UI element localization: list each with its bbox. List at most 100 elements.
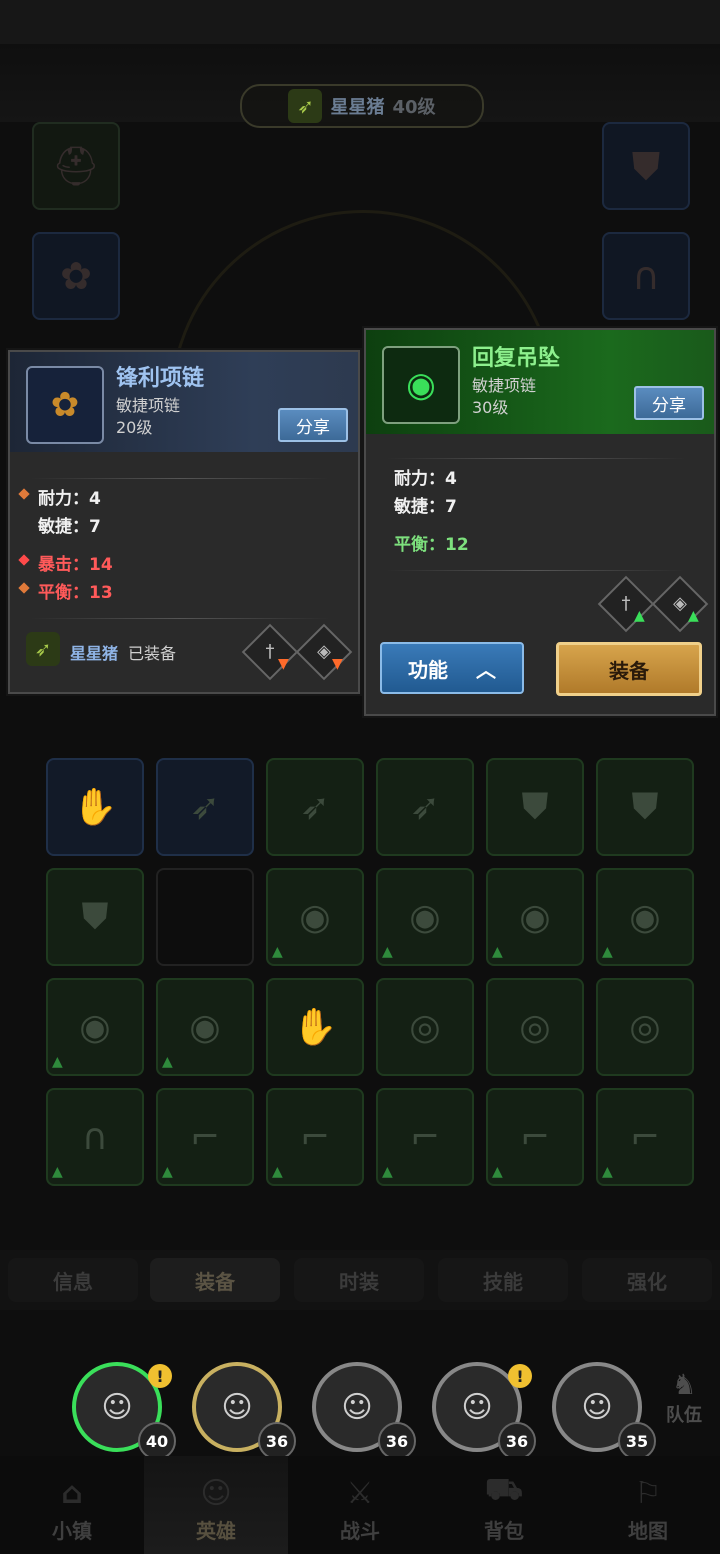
inventory-item-gauntlet[interactable]: ✋ [46, 758, 144, 856]
necklace-slot[interactable]: ✿ [32, 232, 120, 320]
nav-heroes[interactable]: ☺ 英雄 [144, 1456, 288, 1554]
alert-icon: ! [508, 1364, 532, 1388]
selected-item-panel: ◉ 回复吊坠 敏捷项链 30级 分享 耐力：4 敏捷：7 平衡：12 † ▲ ◈… [364, 328, 716, 716]
pendant-icon: ◉ [299, 896, 331, 938]
stat-crit: 暴击：14 [38, 555, 113, 575]
inventory-item-empty[interactable] [156, 868, 254, 966]
upgrade-arrow-icon: ▲ [272, 1164, 283, 1180]
inventory-item-ring[interactable]: ◎ [376, 978, 474, 1076]
equipped-item-level: 20级 [116, 418, 153, 437]
team-button[interactable]: ♞ 队伍 [656, 1368, 712, 1438]
nav-battle[interactable]: ⚔ 战斗 [288, 1456, 432, 1554]
status-bar [0, 0, 720, 44]
nav-map[interactable]: ⚐ 地图 [576, 1456, 720, 1554]
armor-compare-icon: ◈ [651, 575, 709, 633]
boots-icon: ⌐ [519, 1116, 551, 1158]
upgrade-arrow-icon: ▲ [162, 1164, 173, 1180]
pendant-icon: ◉ [519, 896, 551, 938]
inventory-item-armor[interactable]: ⛊ [596, 758, 694, 856]
tab-enhance[interactable]: 强化 [582, 1258, 712, 1302]
share-button[interactable]: 分享 [634, 386, 704, 420]
inventory-item-pendant[interactable]: ◉ ▲ [596, 868, 694, 966]
inventory-item-armor[interactable]: ⛊ [46, 868, 144, 966]
nav-label: 背包 [484, 1519, 524, 1543]
ring-icon: ◎ [409, 1006, 441, 1048]
inventory-item-pendant[interactable]: ◉ ▲ [156, 978, 254, 1076]
inventory-item-ring[interactable]: ◎ [486, 978, 584, 1076]
equipped-item-name: 锋利项链 [116, 366, 205, 391]
hero-level-badge: 40 [138, 1422, 176, 1460]
hero-tab-bar: 信息 装备 时装 技能 强化 [0, 1250, 720, 1310]
pants-icon: ∩ [632, 254, 660, 298]
inventory-item-pendant[interactable]: ◉ ▲ [486, 868, 584, 966]
inventory-item-pants[interactable]: ∩ ▲ [46, 1088, 144, 1186]
nav-label: 小镇 [52, 1519, 92, 1543]
tab-fashion[interactable]: 时装 [294, 1258, 424, 1302]
inventory-item-bow[interactable]: ➶ [376, 758, 474, 856]
hero-level-badge: 35 [618, 1422, 656, 1460]
bow-icon: ➶ [299, 786, 331, 828]
pendant-icon: ◉ [406, 365, 436, 405]
tab-equipment[interactable]: 装备 [150, 1258, 280, 1302]
inventory-item-bow[interactable]: ➶ [156, 758, 254, 856]
nav-label: 战斗 [340, 1519, 380, 1543]
armor-icon: ⛊ [521, 786, 549, 827]
inventory-item-boots[interactable]: ⌐ ▲ [266, 1088, 364, 1186]
inventory-item-boots[interactable]: ⌐ ▲ [486, 1088, 584, 1186]
function-button[interactable]: 功能 ︿ [380, 642, 524, 694]
tab-info[interactable]: 信息 [8, 1258, 138, 1302]
stat-bullet [18, 582, 30, 594]
selected-item-type: 敏捷项链 [472, 376, 537, 395]
house-icon: ⌂ [61, 1476, 83, 1511]
bottom-nav: ⌂ 小镇 ☺ 英雄 ⚔ 战斗 ⛟ 背包 ⚐ 地图 [0, 1456, 720, 1554]
stat-down-arrow-icon: ▼ [278, 656, 289, 672]
team-label: 队伍 [666, 1405, 702, 1426]
inventory-item-pendant[interactable]: ◉ ▲ [376, 868, 474, 966]
hero-avatar-icon: ☺ [101, 1389, 133, 1425]
pendant-icon: ◉ [79, 1006, 111, 1048]
helmet-slot[interactable]: ⛑ [32, 122, 120, 210]
upgrade-arrow-icon: ▲ [492, 944, 503, 960]
inventory-item-boots[interactable]: ⌐ ▲ [596, 1088, 694, 1186]
inventory-item-bow[interactable]: ➶ [266, 758, 364, 856]
equip-button[interactable]: 装备 [556, 642, 702, 696]
armor-slot[interactable]: ⛊ [602, 122, 690, 210]
stat-down-arrow-icon: ▼ [332, 656, 343, 672]
boots-icon: ⌐ [299, 1116, 331, 1158]
nav-town[interactable]: ⌂ 小镇 [0, 1456, 144, 1554]
upgrade-arrow-icon: ▲ [602, 1164, 613, 1180]
bow-icon: ➶ [189, 786, 221, 828]
armor-icon: ⛊ [631, 143, 661, 188]
bow-icon: ➶ [288, 89, 323, 123]
inventory-item-pendant[interactable]: ◉ ▲ [266, 868, 364, 966]
helmet-icon: ⛑ [51, 143, 101, 188]
alert-icon: ! [148, 1364, 172, 1388]
inventory-item-armor[interactable]: ⛊ [486, 758, 584, 856]
hero-level: 40级 [392, 97, 436, 118]
swords-icon: ⚔ [346, 1476, 374, 1511]
upgrade-arrow-icon: ▲ [382, 1164, 393, 1180]
tab-skills[interactable]: 技能 [438, 1258, 568, 1302]
inventory-item-boots[interactable]: ⌐ ▲ [156, 1088, 254, 1186]
hero-level-badge: 36 [258, 1422, 296, 1460]
share-button[interactable]: 分享 [278, 408, 348, 442]
inventory-item-ring[interactable]: ◎ [596, 978, 694, 1076]
boots-icon: ⌐ [409, 1116, 441, 1158]
equipped-item-panel: ✿ 锋利项链 敏捷项链 20级 分享 耐力：4 敏捷：7 暴击：14 平衡：13… [8, 350, 360, 694]
pants-icon: ∩ [81, 1116, 109, 1158]
stat-bullet [18, 554, 30, 566]
hero-icon: ☺ [200, 1476, 232, 1511]
boots-icon: ⌐ [629, 1116, 661, 1158]
nav-backpack[interactable]: ⛟ 背包 [432, 1456, 576, 1554]
upgrade-arrow-icon: ▲ [492, 1164, 503, 1180]
hero-name: 星星猪 [330, 97, 385, 118]
pendant-icon: ◉ [629, 896, 661, 938]
selected-item-level: 30级 [472, 398, 509, 417]
inventory-item-pendant[interactable]: ◉ ▲ [46, 978, 144, 1076]
pants-slot[interactable]: ∩ [602, 232, 690, 320]
boots-icon: ⌐ [189, 1116, 221, 1158]
weapon-compare-icon: † [597, 575, 655, 633]
inventory-item-gauntlet[interactable]: ✋ [266, 978, 364, 1076]
armor-icon: ⛊ [81, 896, 109, 937]
inventory-item-boots[interactable]: ⌐ ▲ [376, 1088, 474, 1186]
